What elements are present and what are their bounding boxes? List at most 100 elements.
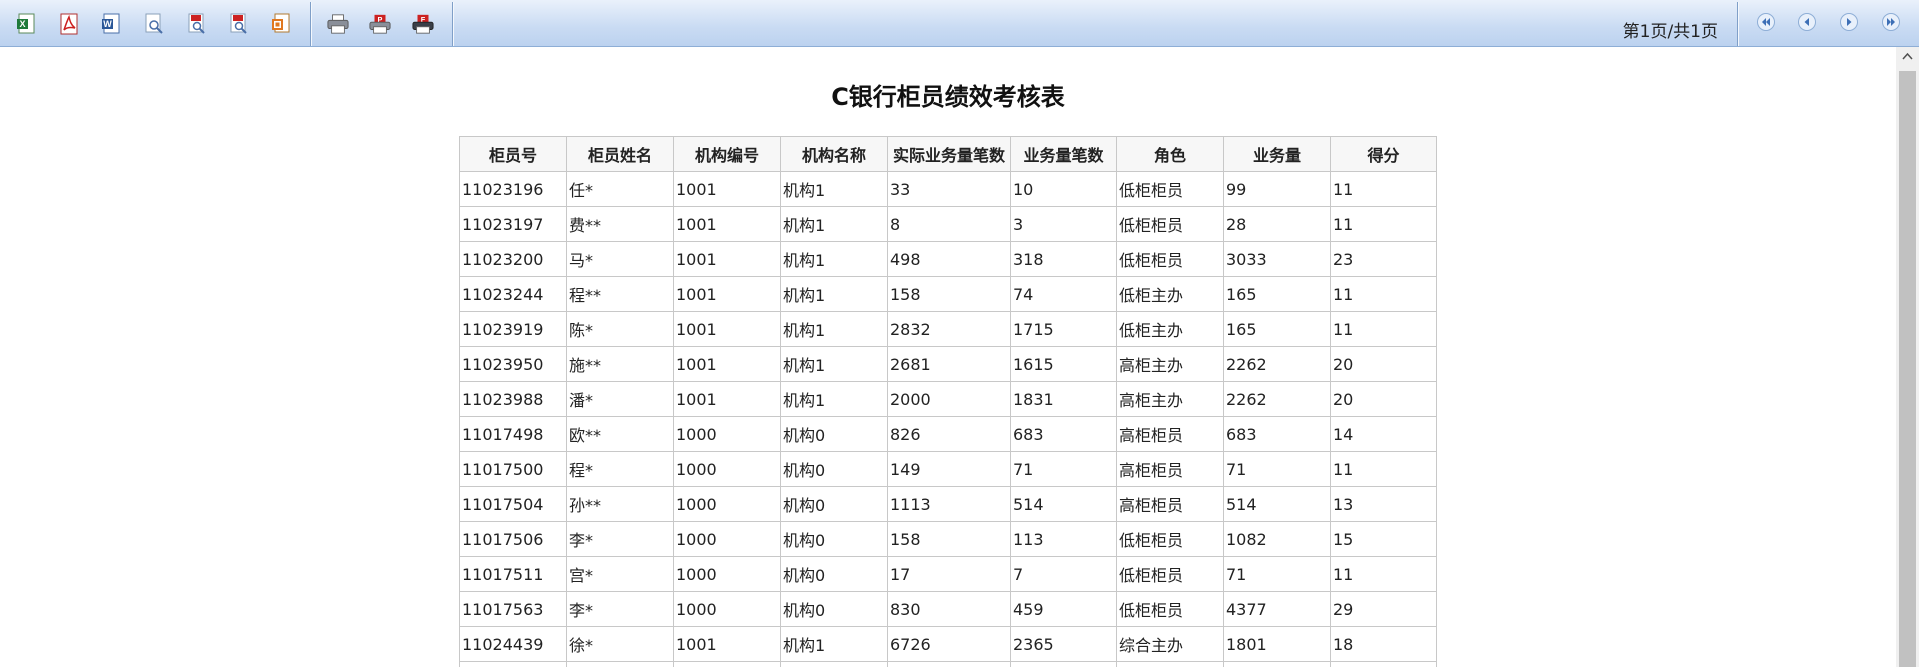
table-cell: 高柜柜员 <box>1116 451 1224 487</box>
table-cell: 11023197 <box>459 206 567 242</box>
table-cell: 潘* <box>566 381 674 417</box>
table-cell: 低柜柜员 <box>1116 171 1224 207</box>
table-cell <box>887 661 1011 667</box>
table-cell: 7 <box>1010 556 1117 592</box>
next-page-button[interactable] <box>1839 12 1859 32</box>
table-cell: 李* <box>566 591 674 627</box>
table-cell: 低柜柜员 <box>1116 556 1224 592</box>
pdf-preview-alt-icon <box>230 13 247 34</box>
table-cell: 高柜主办 <box>1116 381 1224 417</box>
pdf-preview-alt-button[interactable] <box>228 12 250 36</box>
scroll-up-arrow-icon <box>1902 52 1913 60</box>
table-cell: 3 <box>1010 206 1117 242</box>
excel-export-button[interactable]: X <box>15 12 37 36</box>
preview-button[interactable] <box>143 12 165 36</box>
report-toolbar: X W P F 第1页/共1页 <box>0 0 1919 47</box>
pdf-export-button[interactable] <box>58 12 80 36</box>
table-cell: 11024439 <box>459 626 567 662</box>
last-page-button[interactable] <box>1881 12 1901 32</box>
first-page-button[interactable] <box>1756 12 1776 32</box>
scroll-up-button[interactable] <box>1896 47 1919 67</box>
table-cell: 15 <box>1330 521 1437 557</box>
table-cell: 机构1 <box>780 346 888 382</box>
export-button-group: X W <box>0 0 310 46</box>
table-row: 11023200 马* 1001 机构1 498 318 低柜柜员 3033 23 <box>459 241 1437 277</box>
html-export-button[interactable] <box>270 12 292 36</box>
table-cell <box>566 661 674 667</box>
table-cell: 11017504 <box>459 486 567 522</box>
table-cell: 1001 <box>673 311 781 347</box>
table-cell: 徐* <box>566 626 674 662</box>
table-cell: 宫* <box>566 556 674 592</box>
table-cell: 14 <box>1330 416 1437 452</box>
print-flash-button[interactable]: F <box>412 12 434 36</box>
table-cell: 318 <box>1010 241 1117 277</box>
table-cell: 低柜主办 <box>1116 276 1224 312</box>
toolbar-separator <box>1737 2 1738 46</box>
table-cell: 机构1 <box>780 171 888 207</box>
performance-table: 柜员号 柜员姓名 机构编号 机构名称 实际业务量笔数 业务量笔数 角色 业务量 … <box>459 136 1437 667</box>
word-export-button[interactable]: W <box>100 12 122 36</box>
pdf-preview-button[interactable] <box>186 12 208 36</box>
table-cell: 机构1 <box>780 276 888 312</box>
table-row: 11023196 任* 1001 机构1 33 10 低柜柜员 99 11 <box>459 171 1437 207</box>
table-cell: 4377 <box>1223 591 1331 627</box>
column-header: 机构名称 <box>780 136 888 172</box>
scrollbar-thumb[interactable] <box>1899 71 1916 667</box>
table-cell: 1801 <box>1223 626 1331 662</box>
column-header: 业务量 <box>1223 136 1331 172</box>
prev-page-button[interactable] <box>1797 12 1817 32</box>
table-cell: 17 <box>887 556 1011 592</box>
table-cell: 孙** <box>566 486 674 522</box>
table-cell <box>780 661 888 667</box>
print-pdf-button[interactable]: P <box>369 12 391 36</box>
report-page: C银行柜员绩效考核表 柜员号 柜员姓名 机构编号 机构名称 实际业务量笔数 业务… <box>0 47 1896 667</box>
table-cell: 1000 <box>673 591 781 627</box>
report-title: C银行柜员绩效考核表 <box>831 83 1065 111</box>
table-cell: 158 <box>887 276 1011 312</box>
table-cell: 高柜柜员 <box>1116 486 1224 522</box>
next-page-icon <box>1840 13 1858 31</box>
table-cell: 11023196 <box>459 171 567 207</box>
print-icon <box>327 14 349 34</box>
table-cell: 11 <box>1330 311 1437 347</box>
table-cell: 低柜柜员 <box>1116 521 1224 557</box>
table-cell: 11017506 <box>459 521 567 557</box>
table-cell: 11017498 <box>459 416 567 452</box>
table-cell: 1113 <box>887 486 1011 522</box>
table-cell: 514 <box>1010 486 1117 522</box>
table-cell: 1082 <box>1223 521 1331 557</box>
svg-text:W: W <box>103 19 112 29</box>
table-cell: 11017563 <box>459 591 567 627</box>
table-cell: 29 <box>1330 591 1437 627</box>
table-cell: 10 <box>1010 171 1117 207</box>
table-cell: 514 <box>1223 486 1331 522</box>
table-cell: 20 <box>1330 381 1437 417</box>
table-cell: 11023950 <box>459 346 567 382</box>
page-info: 第1页/共1页 <box>1622 22 1718 42</box>
table-cell: 826 <box>887 416 1011 452</box>
table-cell: 欧** <box>566 416 674 452</box>
table-cell: 33 <box>887 171 1011 207</box>
table-cell: 99 <box>1223 171 1331 207</box>
table-cell: 8 <box>887 206 1011 242</box>
table-cell: 11023200 <box>459 241 567 277</box>
table-cell <box>459 661 567 667</box>
print-pdf-icon: P <box>369 14 391 34</box>
table-cell: 1000 <box>673 416 781 452</box>
print-button-group: P F <box>311 0 452 46</box>
table-cell <box>1223 661 1331 667</box>
svg-text:X: X <box>19 19 25 29</box>
table-cell: 165 <box>1223 311 1331 347</box>
table-cell <box>673 661 781 667</box>
table-cell: 陈* <box>566 311 674 347</box>
toolbar-separator <box>452 2 453 46</box>
print-button[interactable] <box>327 12 349 36</box>
vertical-scrollbar[interactable] <box>1896 47 1919 667</box>
pdf-export-icon <box>60 13 78 35</box>
table-row: 11017506 李* 1000 机构0 158 113 低柜柜员 1082 15 <box>459 521 1437 557</box>
table-cell: 1615 <box>1010 346 1117 382</box>
table-cell: 机构0 <box>780 451 888 487</box>
table-cell: 机构0 <box>780 486 888 522</box>
table-cell: 11 <box>1330 206 1437 242</box>
